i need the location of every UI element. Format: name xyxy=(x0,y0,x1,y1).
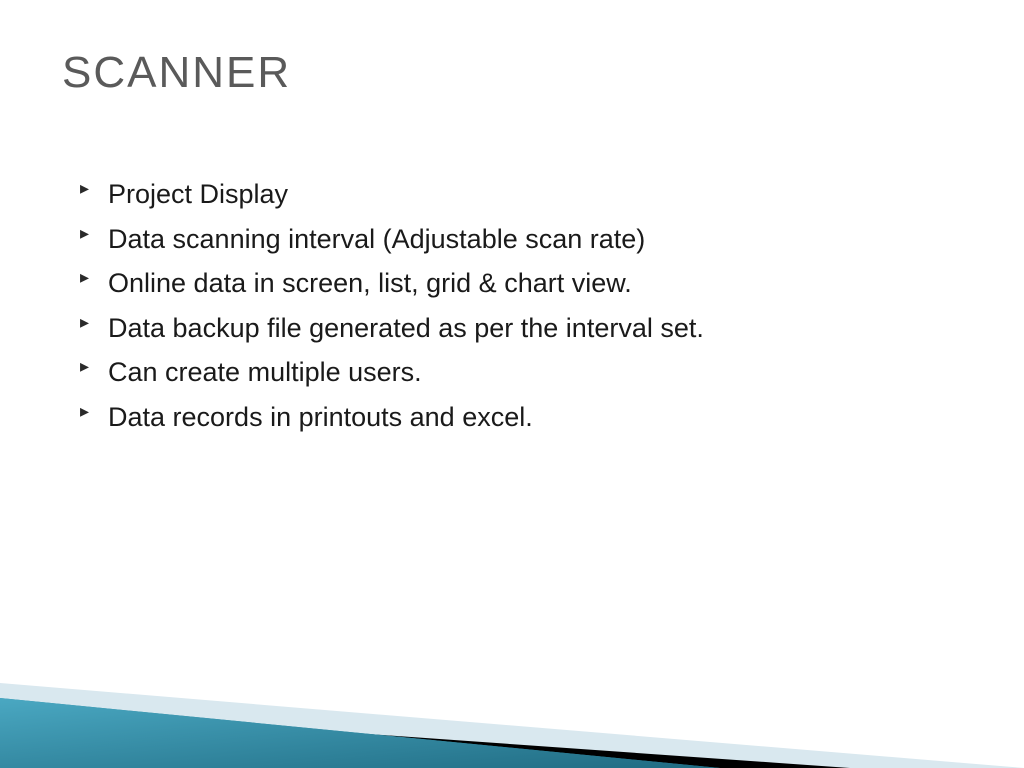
slide-title: SCANNER xyxy=(62,48,291,98)
list-item: Data records in printouts and excel. xyxy=(80,395,964,440)
bullet-list: Project Display Data scanning interval (… xyxy=(80,172,964,439)
list-item: Data backup file generated as per the in… xyxy=(80,306,964,351)
list-item: Online data in screen, list, grid & char… xyxy=(80,261,964,306)
list-item: Project Display xyxy=(80,172,964,217)
list-item: Can create multiple users. xyxy=(80,350,964,395)
list-item: Data scanning interval (Adjustable scan … xyxy=(80,217,964,262)
footer-decoration xyxy=(0,628,1024,768)
